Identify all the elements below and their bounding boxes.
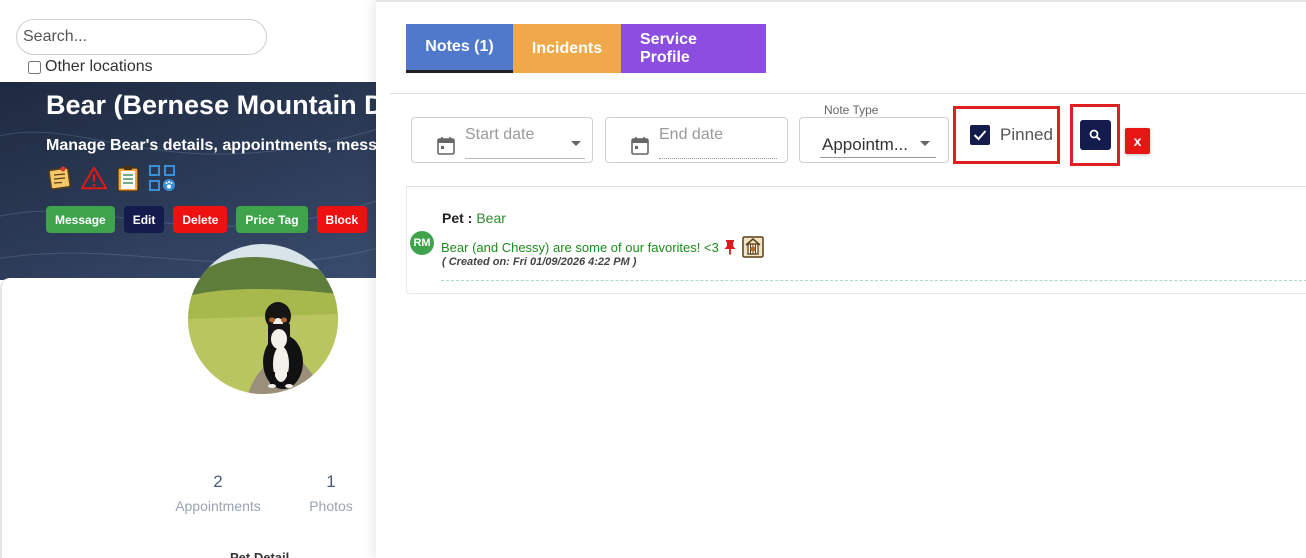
chevron-down-icon <box>920 141 930 146</box>
delete-button[interactable]: Delete <box>173 206 228 233</box>
chevron-down-icon <box>571 141 581 146</box>
drawer-tabs: Notes (1) Incidents Service Profile <box>406 24 766 73</box>
qr-paw-icon[interactable] <box>148 164 176 192</box>
appointments-label: Appointments <box>175 498 261 514</box>
note-created-date: ( Created on: Fri 01/09/2026 4:22 PM ) <box>442 256 637 268</box>
photos-stat[interactable]: 1 Photos <box>307 472 355 514</box>
pet-action-buttons: Message Edit Delete Price Tag Block <box>46 206 368 233</box>
price-tag-button[interactable]: Price Tag <box>236 206 308 233</box>
note-type-select[interactable]: Appointm... <box>799 117 949 163</box>
tabs-divider <box>390 93 1306 94</box>
calendar-icon <box>631 137 649 155</box>
notes-drawer: Notes (1) Incidents Service Profile Star… <box>376 0 1306 558</box>
block-button[interactable]: Block <box>316 206 368 233</box>
pin-icon[interactable] <box>723 239 737 255</box>
search-input[interactable] <box>16 19 267 55</box>
pet-name-title: Bear (Bernese Mountain Do <box>46 90 376 120</box>
end-date-field[interactable]: End date <box>605 117 788 163</box>
pet-label: Pet : <box>442 210 473 226</box>
tab-notes[interactable]: Notes (1) <box>406 24 513 73</box>
photos-count: 1 <box>326 472 336 491</box>
search-button[interactable] <box>1079 120 1111 150</box>
search-button-highlight <box>1070 104 1120 166</box>
end-date-underline <box>659 158 777 159</box>
search-icon <box>1089 129 1101 141</box>
pet-header-subtitle: Manage Bear's details, appointments, mes… <box>46 137 376 154</box>
pinned-label: Pinned <box>1000 125 1053 144</box>
pet-name-link[interactable]: Bear <box>476 210 506 226</box>
avatar: RM <box>410 231 434 255</box>
start-date-underline <box>465 158 585 159</box>
pet-detail-heading: Pet Detail <box>230 550 290 558</box>
note-text: Bear (and Chessy) are some of our favori… <box>441 239 719 255</box>
app-root: Other locations Bear (Bernese Mountain D… <box>0 0 1306 558</box>
start-date-field[interactable]: Start date <box>411 117 593 163</box>
edit-button[interactable]: Edit <box>123 206 165 233</box>
other-locations-label: Other locations <box>45 58 153 75</box>
kennel-icon[interactable] <box>741 235 765 259</box>
sticky-note-icon[interactable] <box>46 164 74 192</box>
tab-service-profile[interactable]: Service Profile <box>621 24 766 73</box>
appointments-stat[interactable]: 2 Appointments <box>171 472 265 514</box>
message-button[interactable]: Message <box>46 206 115 233</box>
note-type-label: Note Type <box>824 103 879 117</box>
calendar-icon <box>437 137 455 155</box>
note-type-underline <box>820 157 936 158</box>
other-locations-option[interactable]: Other locations <box>28 58 153 76</box>
pinned-checkbox[interactable] <box>970 125 990 145</box>
clear-filters-button[interactable]: x <box>1125 128 1150 154</box>
note-separator <box>441 280 1306 281</box>
warning-icon[interactable] <box>80 164 108 192</box>
note-item: RM Pet : Bear Bear (and Chessy) are some … <box>406 187 1306 294</box>
pet-profile-panel: Other locations Bear (Bernese Mountain D… <box>0 0 376 558</box>
tab-incidents[interactable]: Incidents <box>513 24 621 73</box>
note-pet-line: Pet : Bear <box>442 210 506 226</box>
pet-quick-icons <box>46 164 176 192</box>
clipboard-icon[interactable] <box>114 164 142 192</box>
pinned-filter[interactable]: Pinned <box>953 106 1060 164</box>
appointments-count: 2 <box>213 472 223 491</box>
pet-photo[interactable] <box>188 244 338 394</box>
photos-label: Photos <box>309 498 353 514</box>
pet-header-banner: Bear (Bernese Mountain Do Manage Bear's … <box>0 82 376 280</box>
note-type-value: Appointm... <box>822 135 908 154</box>
checkmark-icon <box>973 130 987 141</box>
other-locations-checkbox[interactable] <box>28 60 41 74</box>
end-date-placeholder: End date <box>659 126 724 143</box>
start-date-placeholder: Start date <box>465 126 535 143</box>
